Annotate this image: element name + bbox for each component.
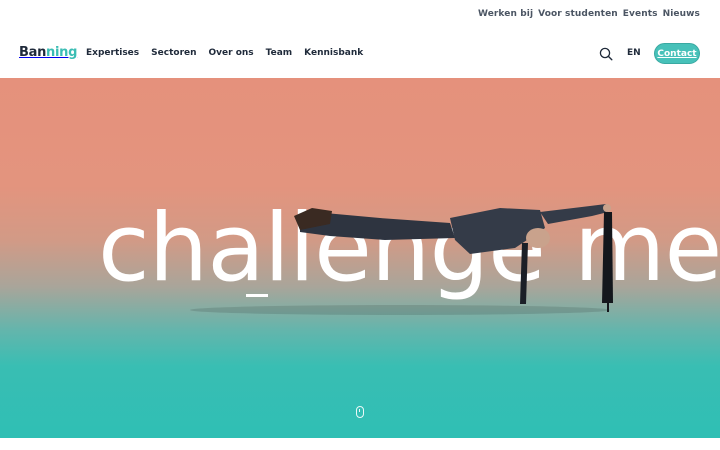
hero-illustration: challenge me xyxy=(98,194,720,315)
hero-underline-mark xyxy=(246,294,268,297)
hero-headline: challenge me xyxy=(98,194,720,303)
hero-banner: challenge me xyxy=(0,78,720,438)
contact-button[interactable]: Contact xyxy=(654,43,700,64)
site-header: Werken bij Voor studenten Events Nieuws … xyxy=(0,0,720,78)
nav-team[interactable]: Team xyxy=(266,48,293,58)
language-switch[interactable]: EN xyxy=(627,48,641,58)
nav-sectoren[interactable]: Sectoren xyxy=(151,48,196,58)
logo-text-part1: Ban xyxy=(19,45,47,60)
logo-text-part2: ning xyxy=(46,45,78,60)
top-link-events[interactable]: Events xyxy=(623,9,658,19)
nav-kennisbank[interactable]: Kennisbank xyxy=(304,48,363,58)
top-link-werken-bij[interactable]: Werken bij xyxy=(478,9,533,19)
search-icon[interactable] xyxy=(599,47,613,61)
mouse-scroll-icon[interactable] xyxy=(356,406,364,418)
main-nav: Expertises Sectoren Over ons Team Kennis… xyxy=(86,48,363,58)
nav-expertises[interactable]: Expertises xyxy=(86,48,139,58)
site-logo[interactable]: Ban ning xyxy=(19,45,77,61)
top-nav: Werken bij Voor studenten Events Nieuws xyxy=(478,9,700,19)
page-bottom-strip xyxy=(0,438,720,450)
top-link-voor-studenten[interactable]: Voor studenten xyxy=(538,9,618,19)
nav-over-ons[interactable]: Over ons xyxy=(209,48,254,58)
top-link-nieuws[interactable]: Nieuws xyxy=(663,9,700,19)
